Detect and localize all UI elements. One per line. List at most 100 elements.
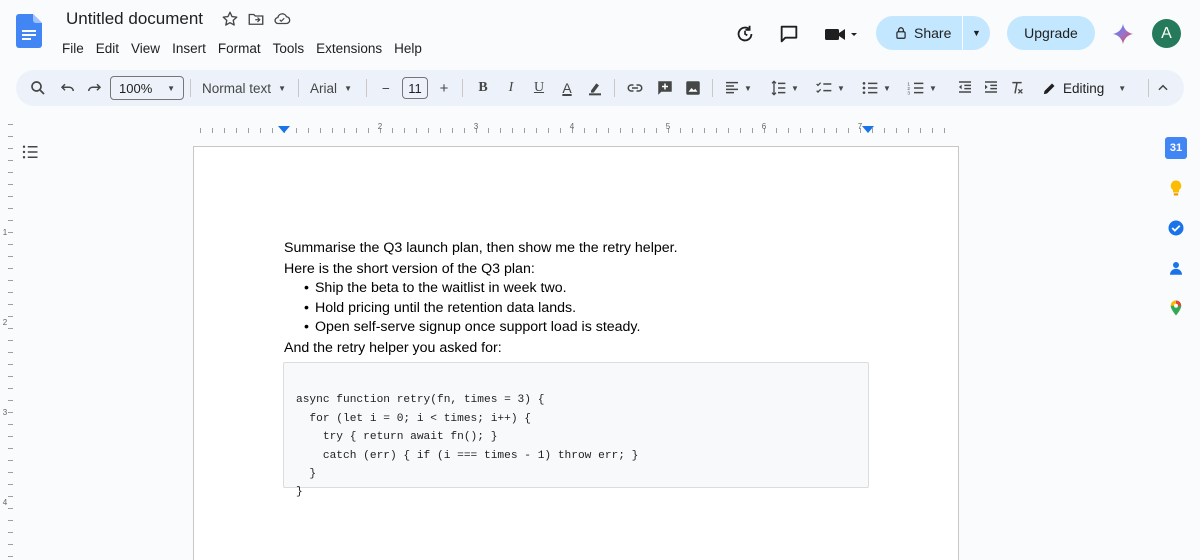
menu-file[interactable]: File: [56, 38, 90, 59]
contacts-icon[interactable]: [1160, 252, 1192, 284]
gemini-spark-icon[interactable]: [1112, 23, 1134, 45]
align-select[interactable]: ▼: [720, 70, 756, 106]
version-history-icon[interactable]: [733, 22, 757, 46]
insert-link-icon[interactable]: [622, 70, 648, 106]
share-button[interactable]: Share ▼: [876, 16, 990, 50]
ruler-tick: [8, 544, 13, 545]
toolbar-divider: [366, 79, 367, 97]
ruler-tick: [8, 496, 13, 497]
document-outline-icon[interactable]: [18, 140, 42, 164]
comments-icon[interactable]: [777, 22, 801, 46]
document-body[interactable]: Summarise the Q3 launch plan, then show …: [284, 238, 870, 358]
numbered-list-caret-icon: ▼: [929, 83, 937, 93]
ruler-tick: [8, 208, 13, 209]
insert-image-icon[interactable]: [680, 70, 706, 106]
clear-formatting-icon[interactable]: [1006, 70, 1028, 106]
zoom-caret-icon: ▼: [167, 83, 175, 93]
font-family-select[interactable]: Arial ▼: [306, 70, 356, 106]
paragraph-style-select[interactable]: Normal text ▼: [198, 70, 290, 106]
upgrade-button[interactable]: Upgrade: [1007, 16, 1095, 50]
menu-extensions[interactable]: Extensions: [310, 38, 388, 59]
undo-icon[interactable]: [56, 70, 80, 106]
account-avatar[interactable]: A: [1152, 19, 1181, 48]
left-indent-marker-icon[interactable]: [278, 126, 290, 133]
ruler-tick: [8, 364, 13, 365]
menu-edit[interactable]: Edit: [90, 38, 125, 59]
line-spacing-caret-icon: ▼: [791, 83, 799, 93]
ruler-tick: [8, 424, 13, 425]
ruler-tick: [236, 128, 237, 133]
editing-mode-select[interactable]: Editing ▼: [1042, 70, 1138, 106]
add-comment-icon[interactable]: [652, 70, 678, 106]
paragraph[interactable]: And the retry helper you asked for:: [284, 338, 870, 359]
decrease-font-size-button[interactable]: −: [376, 70, 396, 106]
tasks-icon[interactable]: [1160, 212, 1192, 244]
star-icon[interactable]: [221, 10, 239, 28]
calendar-app-icon[interactable]: 31: [1160, 132, 1192, 164]
docs-logo-icon[interactable]: [16, 14, 42, 48]
ruler-tick: [680, 128, 681, 133]
ruler-tick: [8, 448, 13, 449]
document-page[interactable]: Summarise the Q3 launch plan, then show …: [193, 146, 959, 560]
pencil-icon: [1043, 83, 1055, 94]
zoom-value: 100%: [119, 80, 153, 96]
move-folder-icon[interactable]: [247, 10, 265, 28]
increase-indent-icon[interactable]: [980, 70, 1002, 106]
vertical-ruler[interactable]: 1 2 3 4: [0, 120, 16, 560]
meet-video-icon[interactable]: [822, 22, 860, 46]
ruler-tick: [248, 128, 249, 133]
horizontal-ruler[interactable]: 2 3 4 5 6 7: [194, 122, 958, 138]
highlight-color-icon[interactable]: [584, 70, 606, 106]
zoom-select[interactable]: 100% ▼: [110, 76, 184, 100]
ruler-tick: [608, 128, 609, 133]
menu-tools[interactable]: Tools: [267, 38, 311, 59]
increase-font-size-button[interactable]: +: [434, 70, 454, 106]
line-spacing-select[interactable]: ▼: [764, 70, 804, 106]
share-options-caret-icon[interactable]: ▼: [963, 28, 990, 38]
list-item[interactable]: Ship the beta to the waitlist in week tw…: [304, 279, 870, 299]
paragraph[interactable]: Here is the short version of the Q3 plan…: [284, 259, 870, 280]
checklist-select[interactable]: ▼: [810, 70, 850, 106]
decrease-indent-icon[interactable]: [954, 70, 976, 106]
keep-notes-icon[interactable]: [1160, 172, 1192, 204]
numbered-list-select[interactable]: 123 ▼: [902, 70, 942, 106]
code-block[interactable]: async function retry(fn, times = 3) { fo…: [283, 362, 869, 498]
underline-button[interactable]: U: [528, 70, 550, 106]
ruler-tick: [8, 508, 13, 509]
ruler-tick: [8, 352, 13, 353]
paragraph[interactable]: Summarise the Q3 launch plan, then show …: [284, 238, 870, 259]
ruler-tick: [644, 128, 645, 133]
ruler-tick: [8, 124, 13, 125]
bulleted-list-select[interactable]: ▼: [856, 70, 896, 106]
maps-icon[interactable]: [1160, 292, 1192, 324]
ruler-tick: [692, 128, 693, 133]
text-color-button[interactable]: A: [556, 70, 578, 106]
ruler-tick: [368, 128, 369, 133]
cloud-status-icon[interactable]: [273, 10, 291, 28]
ruler-tick: [8, 388, 13, 389]
menu-help[interactable]: Help: [388, 38, 428, 59]
search-menus-icon[interactable]: [26, 70, 50, 106]
ruler-tick: [344, 128, 345, 133]
editing-mode-caret-icon: ▼: [1118, 83, 1127, 93]
list-item[interactable]: Open self-serve signup once support load…: [304, 318, 870, 338]
bold-button[interactable]: B: [472, 70, 494, 106]
redo-icon[interactable]: [82, 70, 106, 106]
ruler-tick: [848, 128, 849, 133]
bulleted-list: Ship the beta to the waitlist in week tw…: [284, 279, 870, 338]
document-title[interactable]: Untitled document: [66, 9, 203, 29]
bulleted-list-caret-icon: ▼: [883, 83, 891, 93]
italic-button[interactable]: I: [500, 70, 522, 106]
menu-format[interactable]: Format: [212, 38, 267, 59]
hide-menus-chevron-up-icon[interactable]: [1152, 70, 1174, 106]
font-size-input[interactable]: 11: [402, 77, 428, 99]
ruler-tick: [800, 128, 801, 133]
menu-insert[interactable]: Insert: [166, 38, 212, 59]
ruler-tick: [932, 128, 933, 133]
list-item[interactable]: Hold pricing until the retention data la…: [304, 299, 870, 319]
menu-view[interactable]: View: [125, 38, 166, 59]
ruler-tick: [632, 128, 633, 133]
ruler-tick: [8, 532, 13, 533]
ruler-tick: [908, 128, 909, 133]
ruler-tick: [8, 196, 13, 197]
